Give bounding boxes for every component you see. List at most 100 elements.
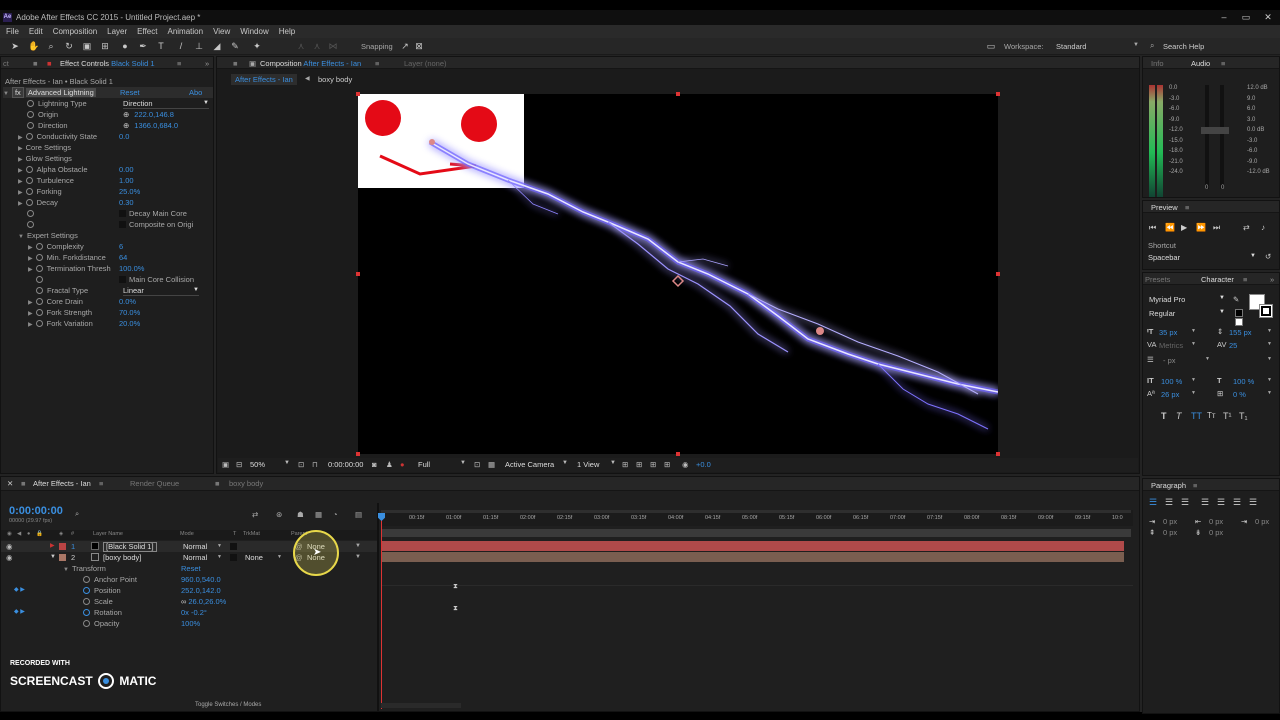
checkbox-box[interactable]: [119, 221, 126, 228]
chevron-down-icon[interactable]: ▼: [217, 541, 222, 552]
trkmat-select[interactable]: None: [245, 552, 263, 563]
stopwatch-active-icon[interactable]: [83, 609, 90, 616]
stopwatch-icon[interactable]: [27, 221, 34, 228]
indent-right-value[interactable]: 0 px: [1209, 517, 1223, 526]
main-core-collision-checkbox[interactable]: Main Core Collision: [119, 274, 194, 285]
expand-triangle-icon[interactable]: ▶: [18, 190, 23, 196]
tab-composition[interactable]: Composition After Effects - Ian: [260, 59, 361, 68]
label-color-swatch[interactable]: [59, 554, 66, 561]
stopwatch-icon[interactable]: [36, 276, 43, 283]
group-glow-settings[interactable]: ▶ Glow Settings: [18, 153, 72, 164]
justify-center-icon[interactable]: ☰: [1217, 497, 1225, 508]
audio-preview-button[interactable]: ♪: [1261, 223, 1265, 232]
last-frame-button[interactable]: ⏭: [1213, 223, 1220, 233]
stopwatch-icon[interactable]: [83, 598, 90, 605]
chevron-down-icon[interactable]: ▼: [1191, 341, 1196, 347]
bbox-handle-tl[interactable]: [356, 92, 360, 96]
menu-effect[interactable]: Effect: [137, 27, 157, 36]
bbox-handle-br[interactable]: [996, 452, 1000, 456]
stopwatch-icon[interactable]: [35, 254, 43, 261]
exposure-value[interactable]: +0.0: [696, 460, 711, 469]
axis-local-icon[interactable]: ⋏: [296, 41, 306, 51]
exposure-reset-icon[interactable]: ◉: [682, 460, 689, 469]
region-of-interest-icon[interactable]: ⊡: [474, 460, 480, 469]
expand-triangle-icon[interactable]: ▶: [28, 311, 33, 317]
transparency-grid-icon[interactable]: ▦: [488, 460, 495, 469]
stroke-width-value[interactable]: - px: [1163, 356, 1176, 365]
zoom-tool-icon[interactable]: ⌕: [46, 41, 56, 51]
position-keyframe-icon[interactable]: ⧗: [453, 583, 458, 591]
resolution-select[interactable]: Full: [418, 460, 430, 469]
justify-left-icon[interactable]: ☰: [1201, 497, 1209, 508]
menu-layer[interactable]: Layer: [107, 27, 127, 36]
crosshair-icon[interactable]: ⊕: [123, 121, 129, 130]
toggle-switches-modes-button[interactable]: Toggle Switches / Modes: [195, 702, 261, 708]
tab-audio[interactable]: Audio: [1191, 59, 1210, 68]
layer-name[interactable]: [boxy body]: [103, 552, 141, 563]
axis-view-icon[interactable]: ⋈: [328, 41, 338, 51]
menu-file[interactable]: File: [6, 27, 19, 36]
fast-previews-icon[interactable]: ⊞: [636, 460, 642, 469]
keyframe-nav-position[interactable]: ◆ ▶: [14, 585, 25, 596]
tab-timeline-comp[interactable]: After Effects - Ian: [33, 479, 91, 488]
stopwatch-icon[interactable]: [83, 576, 90, 583]
roto-brush-tool-icon[interactable]: ✎: [230, 41, 240, 51]
workspace-select[interactable]: Standard: [1056, 42, 1086, 51]
panel-divider[interactable]: [377, 503, 379, 711]
camera-select[interactable]: Active Camera: [505, 460, 554, 469]
indent-first-value[interactable]: 0 px: [1255, 517, 1269, 526]
stopwatch-icon[interactable]: [27, 111, 34, 118]
snapshot-icon[interactable]: ◙: [372, 460, 377, 469]
show-snapshot-icon[interactable]: ♟: [386, 460, 393, 469]
fork-variation-value[interactable]: 20.0%: [119, 318, 140, 329]
font-family-select[interactable]: Myriad Pro ▼: [1149, 295, 1225, 304]
col-t[interactable]: T: [233, 531, 236, 537]
white-swatch[interactable]: [1235, 318, 1243, 326]
lightning-type-select[interactable]: Direction ▼: [123, 98, 209, 109]
checkbox-box[interactable]: [119, 276, 126, 283]
next-frame-button[interactable]: ⏩: [1196, 223, 1206, 232]
bbox-handle-tr[interactable]: [996, 92, 1000, 96]
chevron-down-icon[interactable]: ▼: [355, 552, 361, 563]
small-caps-icon[interactable]: Tт: [1207, 411, 1216, 420]
chevron-down-icon[interactable]: ▼: [460, 460, 466, 466]
lock-icon[interactable]: ■: [233, 59, 238, 68]
eye-icon[interactable]: ◉: [6, 541, 13, 552]
black-swatch[interactable]: [1235, 309, 1243, 317]
reset-shortcut-icon[interactable]: ↺: [1265, 252, 1271, 261]
expand-triangle-icon[interactable]: ▶: [50, 541, 55, 552]
keyframe-nav-rotation[interactable]: ◆ ▶: [14, 607, 25, 618]
stopwatch-active-icon[interactable]: [83, 587, 90, 594]
flowchart-icon[interactable]: ⊞: [664, 460, 670, 469]
chevron-down-icon[interactable]: ▼: [1267, 377, 1272, 383]
align-right-icon[interactable]: ☰: [1181, 497, 1189, 508]
expand-triangle-icon[interactable]: ▶: [18, 201, 23, 207]
min-forkdistance-value[interactable]: 64: [119, 252, 127, 263]
timeline-timecode[interactable]: 0:00:00:00: [9, 505, 63, 517]
menu-animation[interactable]: Animation: [167, 27, 203, 36]
snapping-icon[interactable]: ↗: [400, 41, 410, 51]
stopwatch-icon[interactable]: [25, 177, 33, 184]
transform-group[interactable]: ▼ Transform: [63, 563, 106, 574]
tracking-value[interactable]: 25: [1229, 341, 1237, 350]
chevron-down-icon[interactable]: ▼: [1267, 356, 1272, 362]
tsume-value[interactable]: 0 %: [1233, 390, 1246, 399]
checkbox-box[interactable]: [119, 210, 126, 217]
chevron-down-icon[interactable]: ▼: [1205, 356, 1210, 362]
collapse-triangle-icon[interactable]: ▼: [18, 234, 24, 240]
expand-triangle-icon[interactable]: ▶: [28, 256, 33, 262]
expand-triangle-icon[interactable]: ▶: [28, 267, 33, 273]
chevron-down-icon[interactable]: ▼: [1267, 328, 1272, 334]
scale-value[interactable]: ∞ 26.0,26.0%: [181, 596, 226, 607]
shortcut-select[interactable]: Spacebar ▼: [1148, 253, 1256, 262]
bbox-handle-bm[interactable]: [676, 452, 680, 456]
expand-triangle-icon[interactable]: ▶: [28, 245, 33, 251]
panel-menu-icon[interactable]: ≡: [1221, 59, 1225, 68]
expand-icon[interactable]: »: [1270, 275, 1274, 284]
eyedropper-icon[interactable]: ✎: [1233, 295, 1239, 304]
forking-value[interactable]: 25.0%: [119, 186, 140, 197]
composite-stopwatch-icon[interactable]: [27, 219, 38, 230]
origin-value[interactable]: ⊕ 222.0,146.8: [123, 109, 174, 120]
grid-icon[interactable]: ⊟: [236, 460, 242, 469]
chevron-down-icon[interactable]: ▼: [1267, 341, 1272, 347]
